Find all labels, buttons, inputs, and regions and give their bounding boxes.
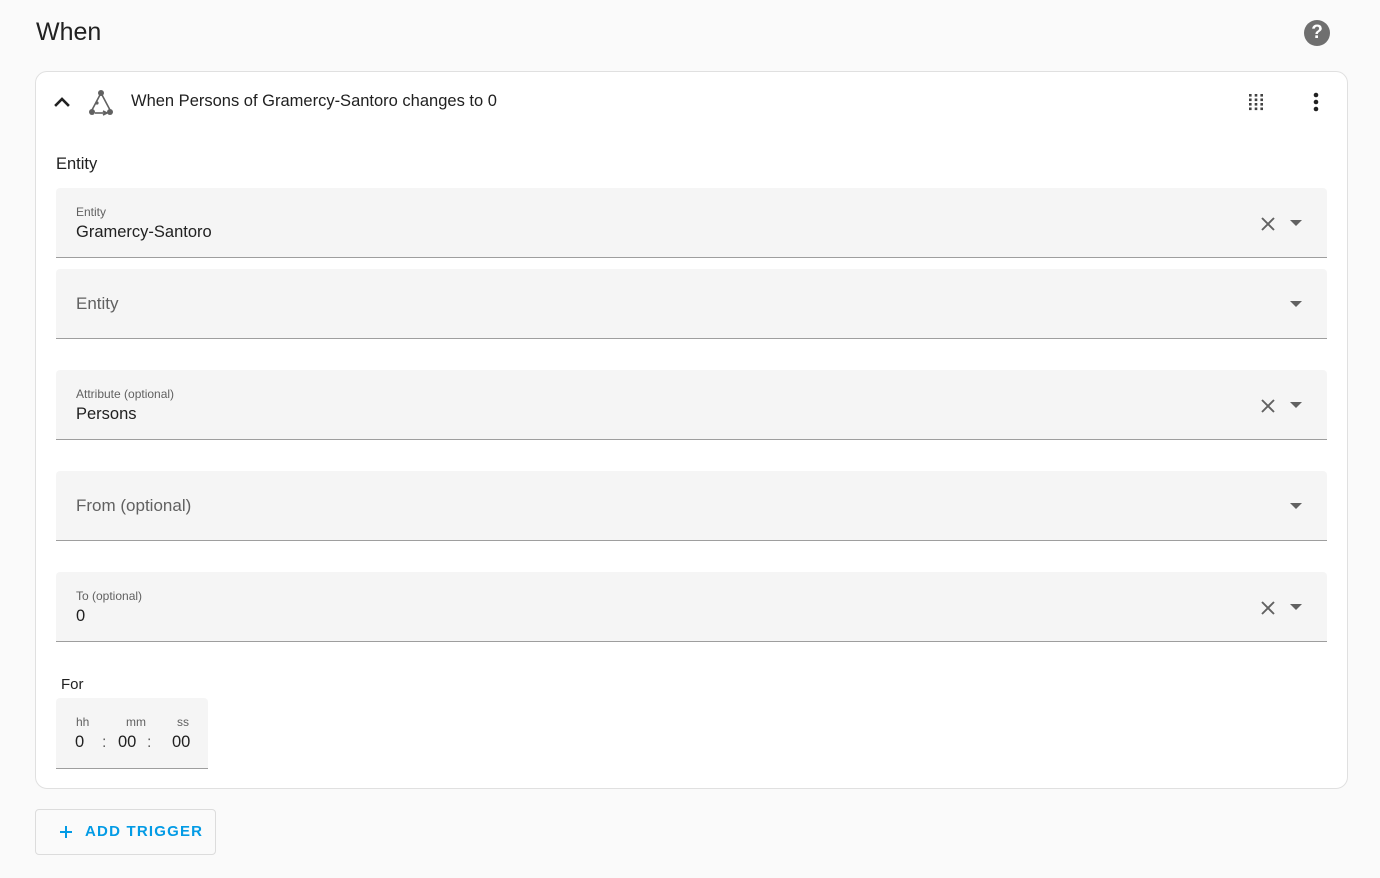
entity-picker[interactable]: Entity: [56, 188, 1327, 258]
entity-picker-2[interactable]: Entity: [56, 269, 1327, 339]
automation-editor: When ? When Persons of Gramercy-Santoro …: [0, 0, 1380, 878]
minutes-unit-label: mm: [126, 715, 146, 729]
for-duration-label: For: [61, 676, 84, 693]
clear-icon[interactable]: [1259, 599, 1277, 617]
to-state-label: To (optional): [76, 589, 143, 603]
entity-picker-label: Entity: [76, 205, 107, 219]
dots-vertical-icon[interactable]: [1304, 90, 1328, 114]
section-title: When: [36, 18, 102, 46]
add-trigger-button[interactable]: ADD TRIGGER: [35, 809, 216, 855]
dropdown-arrow-icon[interactable]: [1289, 502, 1303, 510]
entity-section-heading: Entity: [56, 155, 98, 173]
entity-picker-2-placeholder: Entity: [76, 294, 119, 313]
from-state-placeholder: From (optional): [76, 496, 192, 515]
dropdown-arrow-icon[interactable]: [1289, 603, 1303, 611]
drag-handle-icon[interactable]: [1246, 92, 1266, 112]
dropdown-arrow-icon[interactable]: [1289, 219, 1303, 227]
to-state-picker[interactable]: To (optional): [56, 572, 1327, 642]
trigger-card-header[interactable]: When Persons of Gramercy-Santoro changes…: [36, 72, 1347, 132]
trigger-title: When Persons of Gramercy-Santoro changes…: [131, 92, 497, 110]
seconds-unit-label: ss: [177, 715, 189, 729]
duration-input: hh mm ss 0 : 00 : 00: [56, 698, 208, 769]
plus-icon: [60, 826, 72, 838]
hours-input[interactable]: 0: [75, 733, 84, 752]
hours-unit-label: hh: [76, 715, 90, 729]
seconds-input[interactable]: 00: [172, 733, 190, 752]
dropdown-arrow-icon[interactable]: [1289, 300, 1303, 308]
time-separator: :: [102, 734, 107, 751]
help-circle-icon[interactable]: ?: [1304, 20, 1330, 46]
entity-picker-input[interactable]: [76, 223, 1176, 242]
attribute-picker[interactable]: Attribute (optional): [56, 370, 1327, 440]
from-state-picker[interactable]: From (optional): [56, 471, 1327, 541]
chevron-up-icon[interactable]: [52, 92, 72, 112]
dropdown-arrow-icon[interactable]: [1289, 401, 1303, 409]
trigger-card: When Persons of Gramercy-Santoro changes…: [35, 71, 1348, 789]
minutes-input[interactable]: 00: [118, 733, 136, 752]
clear-icon[interactable]: [1259, 397, 1277, 415]
attribute-picker-label: Attribute (optional): [76, 387, 175, 401]
time-separator: :: [147, 734, 152, 751]
attribute-picker-input[interactable]: [76, 405, 1176, 424]
to-state-input[interactable]: [76, 607, 1176, 626]
clear-icon[interactable]: [1259, 215, 1277, 233]
state-trigger-icon: [89, 90, 113, 116]
add-trigger-label: ADD TRIGGER: [85, 823, 204, 840]
